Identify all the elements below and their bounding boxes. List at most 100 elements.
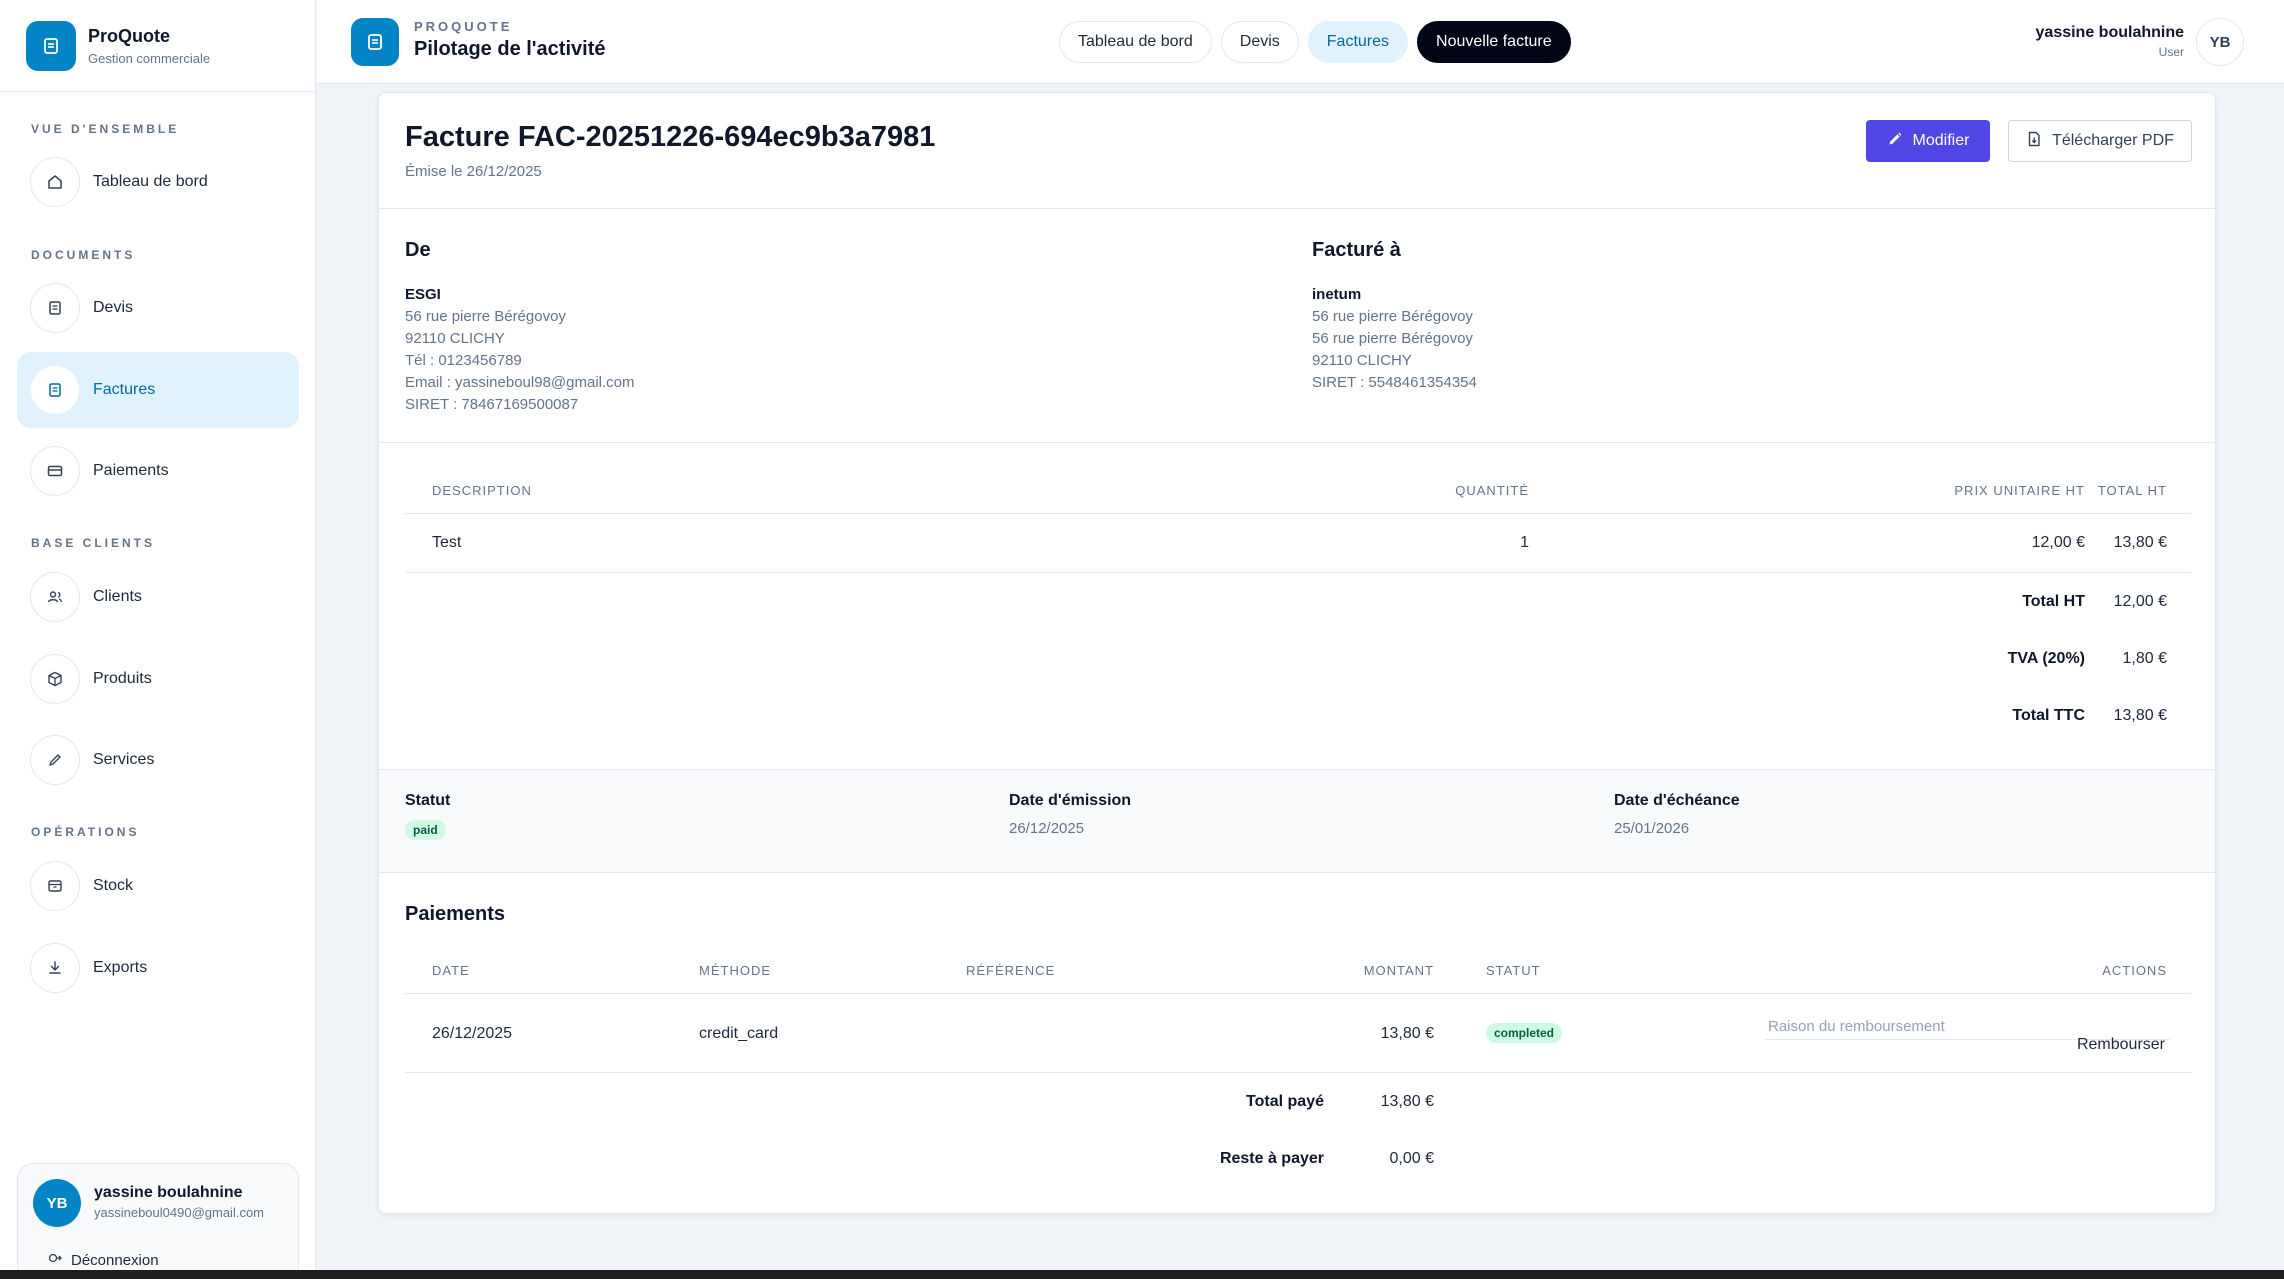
invoice-issued-date: Émise le 26/12/2025 [405,163,542,180]
window-bottom-bar [0,1270,2284,1279]
payment-status-badge: completed [1486,1023,1563,1043]
sidebar-item-stock[interactable]: Stock [17,848,299,924]
to-address-line: 56 rue pierre Bérégovoy [1312,308,1473,325]
to-address-line: 56 rue pierre Bérégovoy [1312,330,1473,347]
item-quantity: 1 [1520,534,1529,551]
column-header-reference: RÉFÉRENCE [966,963,1056,978]
sidebar-item-clients[interactable]: Clients [17,559,299,635]
sidebar-user-card: YB yassine boulahnine yassineboul0490@gm… [17,1163,299,1279]
from-address-line: 92110 CLICHY [405,330,505,347]
topbar-user-name: yassine boulahnine [2035,24,2184,41]
document-icon [30,283,80,333]
invoice-card: Facture FAC-20251226-694ec9b3a7981 Émise… [378,92,2216,1214]
topbar: PROQUOTE Pilotage de l'activité Tableau … [317,0,2284,84]
sidebar-item-paiements[interactable]: Paiements [17,433,299,509]
topbar-user-role: User [2158,45,2184,59]
refund-button[interactable]: Rembourser [2077,1036,2165,1054]
box-icon [30,654,80,704]
logout-label: Déconnexion [71,1251,159,1269]
page-title: Pilotage de l'activité [414,38,606,60]
column-header-actions: ACTIONS [2102,963,2167,978]
pencil-icon [30,735,80,785]
nav-section-clients: BASE CLIENTS [31,536,156,550]
sidebar-item-factures[interactable]: Factures [17,352,299,428]
user-email: yassineboul0490@gmail.com [94,1205,265,1220]
archive-icon [30,861,80,911]
from-address-line: 56 rue pierre Bérégovoy [405,308,566,325]
payment-method: credit_card [699,1025,779,1042]
edit-label: Modifier [1912,132,1970,149]
users-icon [30,572,80,622]
payment-amount: 13,80 € [1380,1025,1434,1042]
table-divider [405,513,2191,514]
from-name: ESGI [405,286,441,303]
sidebar-item-produits[interactable]: Produits [17,641,299,717]
item-description: Test [432,534,462,551]
brand: ProQuote Gestion commerciale [0,0,315,92]
total-ht-value: 12,00 € [2113,593,2167,610]
sidebar-item-label: Tableau de bord [93,173,208,190]
avatar: YB [33,1179,81,1227]
table-divider [405,1072,2191,1073]
brand-logo-icon [26,20,76,71]
tab-dashboard[interactable]: Tableau de bord [1059,21,1212,63]
invoice-status-band: Statut paid Date d'émission 26/12/2025 D… [379,769,2215,873]
issue-date-value: 26/12/2025 [1009,820,1085,837]
total-paid-value: 13,80 € [1380,1093,1434,1110]
tab-factures[interactable]: Factures [1307,21,1409,63]
file-download-icon [2026,131,2042,152]
home-icon [30,157,80,207]
status-badge: paid [405,820,446,840]
sidebar-item-dashboard[interactable]: Tableau de bord [17,144,299,220]
credit-card-icon [30,446,80,496]
invoice-title: Facture FAC-20251226-694ec9b3a7981 [405,121,936,153]
status-label: Statut [405,792,451,809]
new-invoice-button[interactable]: Nouvelle facture [1417,21,1571,63]
sidebar-item-label: Exports [93,959,148,976]
nav-section-documents: DOCUMENTS [31,248,136,262]
from-email: Email : yassineboul98@gmail.com [405,374,635,391]
due-date-value: 25/01/2026 [1614,820,1690,837]
to-name: inetum [1312,286,1362,303]
payments-title: Paiements [405,903,506,925]
total-ttc-value: 13,80 € [2113,707,2167,724]
column-header-date: DATE [432,963,470,978]
from-siret: SIRET : 78467169500087 [405,396,579,413]
brand-subtitle: Gestion commerciale [88,50,211,66]
tva-value: 1,80 € [2122,650,2167,667]
item-total: 13,80 € [2113,534,2167,551]
divider [379,208,2215,209]
sidebar-item-label: Devis [93,299,134,316]
sidebar-item-exports[interactable]: Exports [17,930,299,1006]
sidebar-item-label: Stock [93,877,134,894]
sidebar-item-label: Services [93,751,155,768]
sidebar-item-label: Factures [93,381,156,398]
column-header-amount: MONTANT [1363,963,1434,978]
edit-button[interactable]: Modifier [1866,120,1990,162]
topbar-user: yassine boulahnine User [2036,24,2184,59]
column-header-quantity: QUANTITÉ [1455,483,1529,498]
download-pdf-label: Télécharger PDF [2052,132,2174,149]
column-header-total: TOTAL HT [2097,483,2167,498]
tab-devis[interactable]: Devis [1220,21,1299,63]
to-siret: SIRET : 5548461354354 [1312,374,1477,391]
from-phone: Tél : 0123456789 [405,352,522,369]
column-header-method: MÉTHODE [699,963,771,978]
document-icon [30,365,80,415]
brand-name: ProQuote [88,25,171,46]
download-pdf-button[interactable]: Télécharger PDF [2008,120,2192,162]
nav-section-operations: OPÉRATIONS [31,825,140,839]
sidebar-item-devis[interactable]: Devis [17,270,299,346]
due-date-label: Date d'échéance [1614,792,1740,809]
user-name: yassine boulahnine [94,1184,243,1201]
logout-button[interactable]: Déconnexion [48,1251,159,1269]
sidebar-item-services[interactable]: Services [17,722,299,798]
issue-date-label: Date d'émission [1009,792,1132,809]
avatar[interactable]: YB [2196,18,2244,66]
divider [379,442,2215,443]
remaining-value: 0,00 € [1389,1150,1434,1167]
payment-date: 26/12/2025 [432,1025,513,1042]
table-divider [405,572,2191,573]
sidebar-item-label: Produits [93,670,152,687]
to-heading: Facturé à [1312,239,1401,261]
